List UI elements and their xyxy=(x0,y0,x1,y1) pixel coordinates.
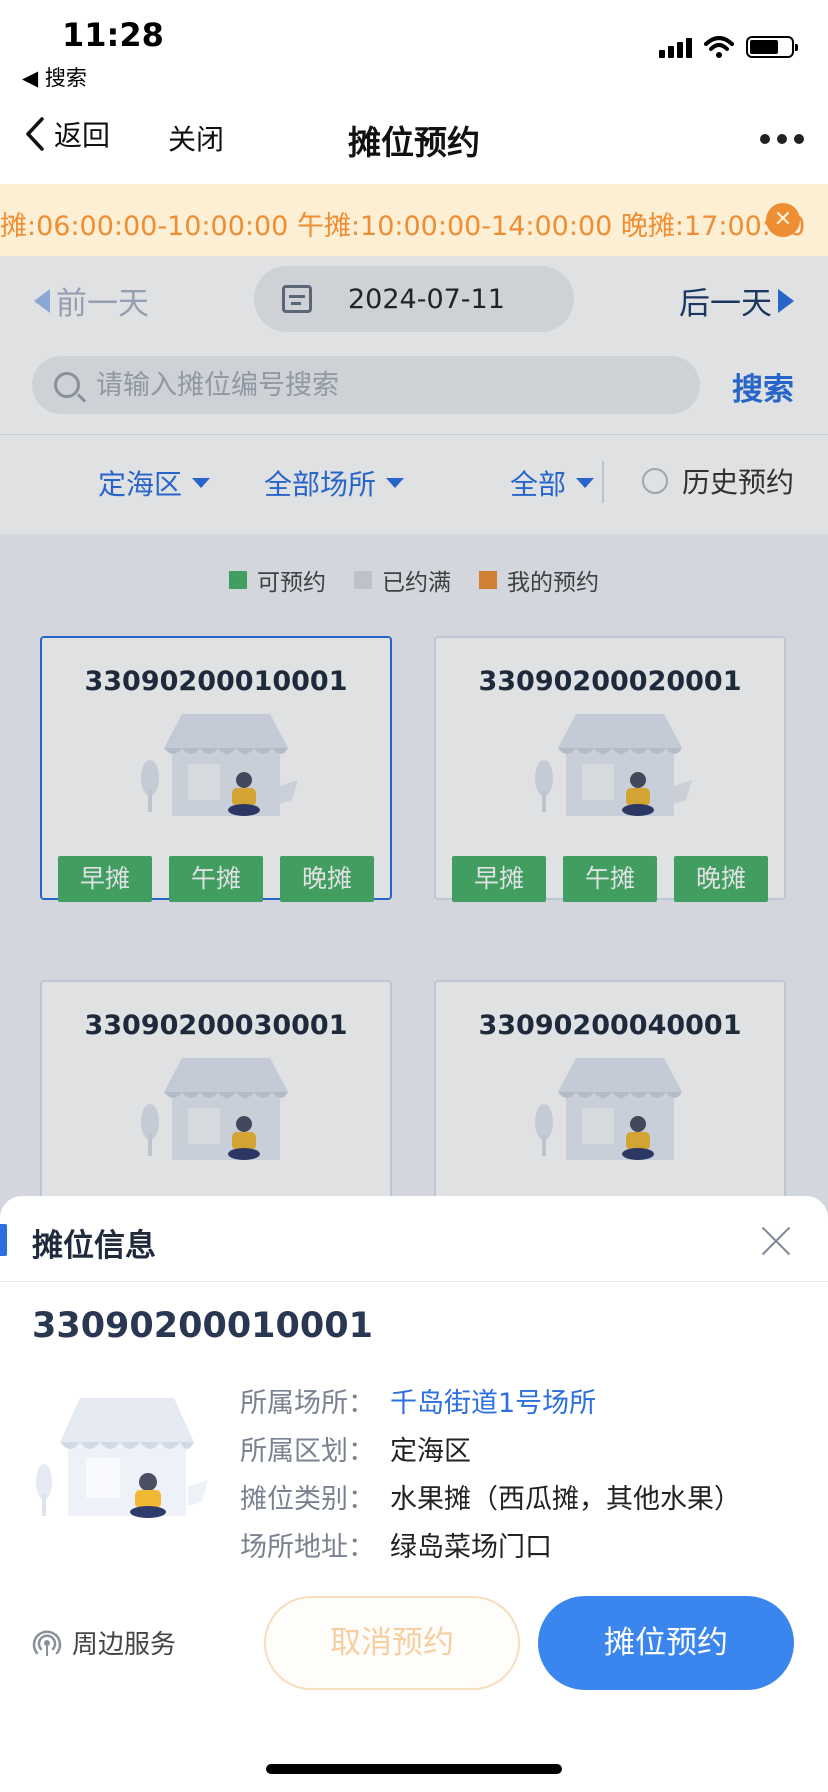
info-label: 场所地址： xyxy=(240,1531,375,1563)
reserve-stall-button[interactable]: 摊位预约 xyxy=(538,1596,794,1690)
nearby-services-label: 周边服务 xyxy=(72,1630,177,1660)
info-row-category: 摊位类别： 水果摊（西瓜摊，其他水果） xyxy=(240,1472,741,1520)
notice-text: 摊:06:00:00-10:00:00 午摊:10:00:00-14:00:00… xyxy=(0,211,806,242)
sheet-accent-bar xyxy=(0,1224,7,1256)
stall-code: 33090200010001 xyxy=(32,1306,373,1346)
info-label: 摊位类别： xyxy=(240,1483,375,1515)
battery-icon xyxy=(746,36,798,58)
signal-icon xyxy=(659,36,692,58)
info-label: 所属区划： xyxy=(240,1435,375,1467)
stall-info-list: 所属场所： 千岛街道1号场所 所属区划： 定海区 摊位类别： 水果摊（西瓜摊，其… xyxy=(240,1376,741,1568)
status-icons xyxy=(659,36,798,58)
info-row-district: 所属区划： 定海区 xyxy=(240,1424,741,1472)
cancel-reservation-button[interactable]: 取消预约 xyxy=(264,1596,520,1690)
status-bar: 11:28 ◀ 搜索 xyxy=(0,0,828,90)
status-time: 11:28 xyxy=(62,16,164,54)
info-label: 所属场所： xyxy=(240,1387,375,1419)
stall-info-sheet: 摊位信息 33090200010001 所属场所： 千岛街道1号场所 所属区划：… xyxy=(0,1196,828,1792)
modal-overlay[interactable] xyxy=(0,256,828,1256)
home-indicator xyxy=(266,1764,562,1774)
sheet-header: 摊位信息 xyxy=(0,1196,828,1282)
wifi-icon xyxy=(704,36,734,58)
more-icon[interactable] xyxy=(760,134,804,144)
status-back-link[interactable]: ◀ 搜索 xyxy=(22,62,87,92)
notice-close-icon[interactable]: ✕ xyxy=(766,203,800,237)
info-value: 定海区 xyxy=(390,1435,471,1467)
nearby-services-button[interactable]: 周边服务 xyxy=(32,1624,176,1661)
venue-link[interactable]: 千岛街道1号场所 xyxy=(390,1381,596,1420)
info-row-address: 场所地址： 绿岛菜场门口 xyxy=(240,1520,741,1568)
info-row-venue: 所属场所： 千岛街道1号场所 xyxy=(240,1376,741,1424)
info-value: 水果摊（西瓜摊，其他水果） xyxy=(390,1483,741,1515)
sheet-title: 摊位信息 xyxy=(32,1228,156,1264)
notice-banner: 摊:06:00:00-10:00:00 午摊:10:00:00-14:00:00… xyxy=(0,184,828,256)
info-value: 绿岛菜场门口 xyxy=(390,1531,552,1563)
broadcast-icon xyxy=(32,1629,62,1656)
shop-illustration xyxy=(36,1398,208,1518)
close-icon[interactable] xyxy=(760,1224,792,1256)
nav-bar: 返回 关闭 摊位预约 xyxy=(0,90,828,184)
page-title: 摊位预约 xyxy=(348,123,480,162)
